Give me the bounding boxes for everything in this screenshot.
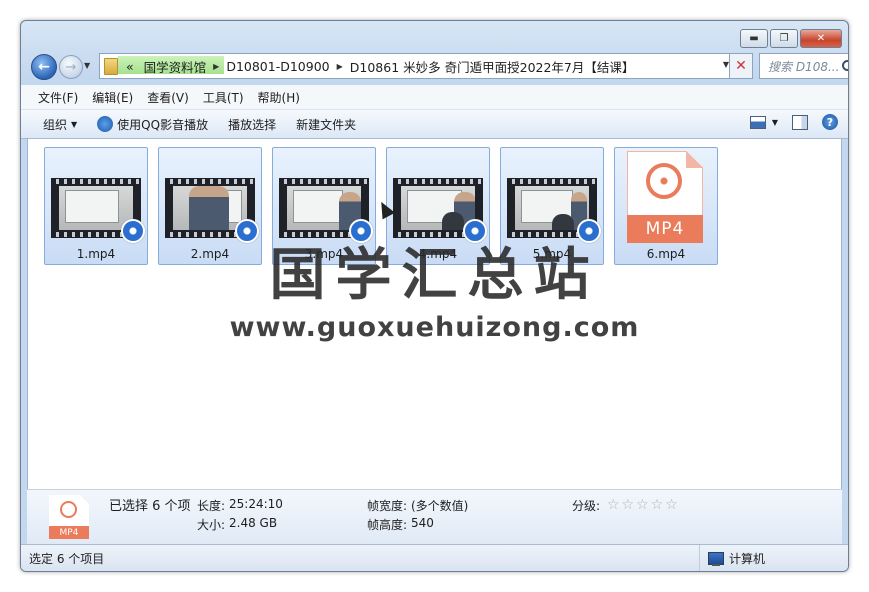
explorer-window: ▬ ❐ ✕ ← → ▼ « 国学资料馆 ▶ D10801-D10900 ▶ D1… bbox=[20, 20, 849, 572]
file-item[interactable]: 3.mp4 bbox=[272, 147, 376, 265]
menu-view[interactable]: 查看(V) bbox=[140, 89, 196, 106]
breadcrumb-separator-icon[interactable]: ▶ bbox=[335, 62, 345, 71]
file-item[interactable]: 2.mp4 bbox=[158, 147, 262, 265]
preview-pane-icon[interactable] bbox=[792, 114, 808, 130]
breadcrumb-separator-icon[interactable]: ▶ bbox=[211, 62, 221, 71]
qq-player-badge-icon bbox=[463, 219, 487, 243]
video-thumbnail bbox=[165, 178, 259, 243]
window-controls: ▬ ❐ ✕ bbox=[740, 29, 842, 48]
frame-height-value: 540 bbox=[411, 516, 434, 530]
length-label: 长度: bbox=[197, 499, 226, 513]
file-item[interactable]: MP4 6.mp4 bbox=[614, 147, 718, 265]
navigation-bar: ← → ▼ « 国学资料馆 ▶ D10801-D10900 ▶ D10861 米… bbox=[29, 52, 848, 80]
details-pane: MP4 已选择 6 个项 长度: 25:24:10 大小: 2.48 GB 帧宽… bbox=[27, 489, 842, 544]
close-icon: ✕ bbox=[735, 58, 747, 74]
file-item[interactable]: 1.mp4 bbox=[44, 147, 148, 265]
close-button[interactable]: ✕ bbox=[800, 29, 842, 48]
frame-width-value: (多个数值) bbox=[411, 499, 469, 513]
frame-width-label: 帧宽度: bbox=[367, 499, 408, 513]
search-input[interactable]: 搜索 D108... bbox=[760, 58, 841, 75]
qq-player-badge-icon bbox=[577, 219, 601, 243]
video-thumbnail bbox=[507, 178, 601, 243]
film-reel-icon bbox=[646, 163, 682, 199]
qq-player-badge-icon bbox=[235, 219, 259, 243]
play-with-qq-button[interactable]: 使用QQ影音播放 bbox=[87, 116, 218, 133]
address-bar[interactable]: « 国学资料馆 ▶ D10801-D10900 ▶ D10861 米妙多 奇门遁… bbox=[99, 53, 735, 79]
minimize-button[interactable]: ▬ bbox=[740, 29, 768, 48]
computer-icon bbox=[708, 551, 724, 566]
command-bar: 组织 ▼ 使用QQ影音播放 播放选择 新建文件夹 ▼ ? bbox=[21, 110, 848, 139]
breadcrumb-item[interactable]: D10801-D10900 bbox=[221, 59, 334, 74]
status-location: 计算机 bbox=[699, 545, 848, 571]
rating-stars[interactable]: ☆☆☆☆☆ bbox=[607, 497, 680, 513]
toolbar-right: ▼ ? bbox=[749, 114, 838, 130]
mp4-icon-badge: MP4 bbox=[627, 215, 703, 243]
video-thumbnail bbox=[279, 178, 373, 243]
file-list[interactable]: 1.mp4 2.mp4 3.mp4 4.mp4 5.mp4 MP4 6.mp4 bbox=[27, 139, 842, 489]
file-name: 2.mp4 bbox=[190, 247, 230, 261]
menu-help[interactable]: 帮助(H) bbox=[251, 89, 307, 106]
search-box[interactable]: 搜索 D108... bbox=[759, 53, 848, 79]
file-name: 1.mp4 bbox=[76, 247, 116, 261]
mp4-file-icon: MP4 bbox=[49, 495, 89, 539]
arrow-right-icon: → bbox=[65, 59, 77, 75]
rating-label: 分级: bbox=[572, 499, 601, 513]
chevron-down-icon: ▼ bbox=[71, 119, 78, 129]
size-label: 大小: bbox=[197, 518, 226, 532]
mp4-icon-badge: MP4 bbox=[49, 526, 89, 539]
stop-button[interactable]: ✕ bbox=[729, 53, 753, 79]
video-thumbnail bbox=[51, 178, 145, 243]
file-name: 6.mp4 bbox=[646, 247, 686, 261]
qq-player-badge-icon bbox=[349, 219, 373, 243]
folder-icon bbox=[104, 57, 118, 75]
file-item[interactable]: 4.mp4 bbox=[386, 147, 490, 265]
change-view-button[interactable]: ▼ bbox=[749, 115, 778, 129]
forward-button[interactable]: → bbox=[59, 55, 83, 79]
status-text: 选定 6 个项目 bbox=[29, 551, 105, 566]
status-location-label: 计算机 bbox=[729, 551, 766, 566]
breadcrumb-item[interactable]: D10861 米妙多 奇门遁甲面授2022年7月【结课】 bbox=[345, 57, 640, 76]
qq-player-badge-icon bbox=[121, 219, 145, 243]
file-item[interactable]: 5.mp4 bbox=[500, 147, 604, 265]
file-name: 3.mp4 bbox=[304, 247, 344, 261]
status-bar: 选定 6 个项目 计算机 bbox=[21, 544, 848, 571]
chevron-down-icon: ▼ bbox=[771, 117, 778, 127]
play-with-qq-label: 使用QQ影音播放 bbox=[117, 117, 209, 132]
breadcrumb-overflow[interactable]: « bbox=[121, 59, 139, 74]
mp4-file-icon: MP4 bbox=[627, 151, 703, 243]
file-name: 4.mp4 bbox=[418, 247, 458, 261]
back-button[interactable]: ← bbox=[31, 54, 57, 80]
menu-tools[interactable]: 工具(T) bbox=[196, 89, 251, 106]
breadcrumb-item[interactable]: 国学资料馆 bbox=[139, 57, 212, 76]
organize-button[interactable]: 组织 ▼ bbox=[33, 116, 87, 133]
maximize-button[interactable]: ❐ bbox=[770, 29, 798, 48]
frame-height-label: 帧高度: bbox=[367, 518, 408, 532]
selection-count: 已选择 6 个项 bbox=[109, 499, 191, 514]
qq-player-icon bbox=[97, 116, 114, 132]
size-value: 2.48 GB bbox=[229, 516, 278, 530]
history-dropdown-icon[interactable]: ▼ bbox=[84, 61, 90, 70]
menu-edit[interactable]: 编辑(E) bbox=[85, 89, 140, 106]
help-icon[interactable]: ? bbox=[822, 114, 838, 130]
arrow-left-icon: ← bbox=[38, 59, 50, 75]
video-thumbnail bbox=[393, 178, 487, 243]
film-reel-icon bbox=[60, 501, 77, 518]
length-value: 25:24:10 bbox=[229, 497, 283, 511]
view-icon bbox=[749, 115, 766, 129]
menu-file[interactable]: 文件(F) bbox=[31, 89, 85, 106]
menu-bar: 文件(F) 编辑(E) 查看(V) 工具(T) 帮助(H) bbox=[21, 85, 848, 110]
file-name: 5.mp4 bbox=[532, 247, 572, 261]
play-selection-button[interactable]: 播放选择 bbox=[218, 116, 286, 133]
search-icon[interactable] bbox=[841, 59, 848, 73]
organize-label: 组织 bbox=[43, 117, 68, 132]
new-folder-button[interactable]: 新建文件夹 bbox=[286, 116, 366, 133]
